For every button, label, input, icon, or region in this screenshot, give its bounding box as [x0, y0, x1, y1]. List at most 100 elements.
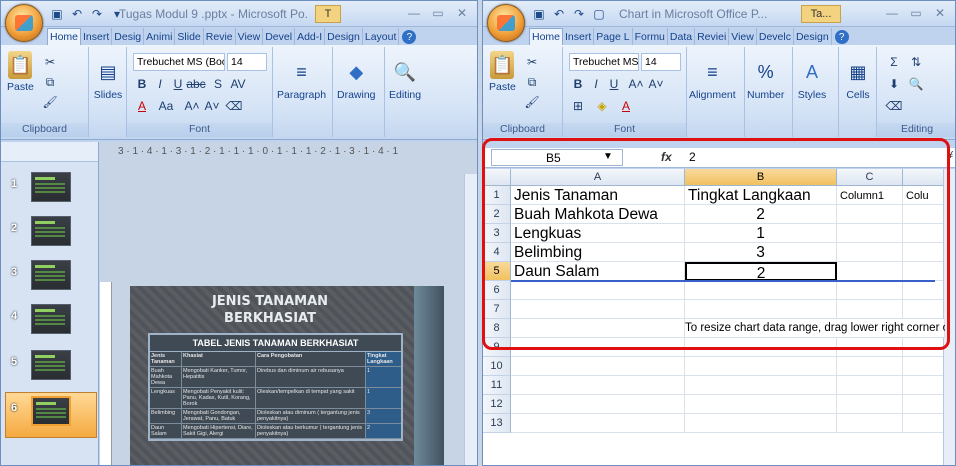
- row-header[interactable]: 4: [483, 243, 511, 262]
- tab-design[interactable]: Design: [794, 28, 832, 45]
- row-header[interactable]: 10: [483, 357, 511, 376]
- name-box-dropdown-icon[interactable]: ▼: [603, 151, 613, 162]
- grid-cell[interactable]: [685, 300, 837, 319]
- row-header[interactable]: 11: [483, 376, 511, 395]
- grid-cell[interactable]: [903, 224, 945, 243]
- tab-devel[interactable]: Devel: [263, 28, 296, 45]
- grid-cell[interactable]: [511, 357, 685, 376]
- underline-icon[interactable]: U: [169, 75, 187, 93]
- column-header[interactable]: B: [685, 169, 837, 186]
- grid-cell[interactable]: [685, 338, 837, 357]
- shrink-font-icon[interactable]: A˅: [647, 75, 665, 93]
- grid-cell[interactable]: Column1: [837, 186, 903, 205]
- context-tab-label[interactable]: T: [315, 5, 341, 23]
- char-spacing-icon[interactable]: AV: [229, 75, 247, 93]
- slide-thumbnail[interactable]: [31, 260, 71, 290]
- tab-insert[interactable]: Insert: [81, 28, 113, 45]
- grid-cell[interactable]: [685, 395, 837, 414]
- tab-reviei[interactable]: Reviei: [695, 28, 730, 45]
- column-header[interactable]: A: [511, 169, 685, 186]
- underline-icon[interactable]: U: [605, 75, 623, 93]
- fx-icon[interactable]: fx: [661, 150, 672, 164]
- slide-thumbnail[interactable]: [31, 216, 71, 246]
- slides-pane-tabs[interactable]: [1, 142, 98, 162]
- paste-button[interactable]: 📋 Paste: [7, 51, 34, 93]
- row-header[interactable]: 8: [483, 319, 511, 338]
- tab-view[interactable]: View: [236, 28, 264, 45]
- row-header[interactable]: 3: [483, 224, 511, 243]
- help-icon[interactable]: ?: [402, 30, 417, 44]
- font-size-select[interactable]: 14: [227, 53, 267, 71]
- tab-slide[interactable]: Slide: [175, 28, 204, 45]
- tab-pagel[interactable]: Page L: [594, 28, 633, 45]
- row-header[interactable]: 5: [483, 262, 511, 281]
- minimize-icon[interactable]: —: [881, 4, 903, 22]
- clear-format-icon[interactable]: ⌫: [225, 97, 243, 115]
- minimize-icon[interactable]: —: [403, 4, 425, 22]
- grid-cell[interactable]: [511, 300, 685, 319]
- grid-cell[interactable]: Jenis Tanaman: [511, 186, 685, 205]
- grid-cell[interactable]: [903, 338, 945, 357]
- shadow-icon[interactable]: S: [209, 75, 227, 93]
- expand-formula-icon[interactable]: ¥: [947, 150, 953, 161]
- grid-cell[interactable]: [685, 357, 837, 376]
- grow-font-icon[interactable]: A˄: [627, 75, 645, 93]
- tab-addi[interactable]: Add-I: [295, 28, 326, 45]
- tab-layout[interactable]: Layout: [363, 28, 400, 45]
- slide-title[interactable]: JENIS TANAMAN BERKHASIAT: [180, 293, 360, 327]
- column-header[interactable]: [903, 169, 945, 186]
- tab-home[interactable]: Home: [529, 28, 564, 45]
- format-painter-icon[interactable]: 🖌: [523, 93, 541, 111]
- save-icon[interactable]: ▣: [531, 6, 547, 22]
- paste-button[interactable]: 📋 Paste: [489, 51, 516, 93]
- autosum-icon[interactable]: Σ: [885, 53, 903, 71]
- row-header[interactable]: 6: [483, 281, 511, 300]
- grid-cell[interactable]: [837, 243, 903, 262]
- vertical-scrollbar[interactable]: [943, 169, 955, 465]
- cells-button[interactable]: ▦ Cells: [843, 57, 873, 102]
- grid-cell[interactable]: [903, 281, 945, 300]
- cut-icon[interactable]: ✂: [41, 53, 59, 71]
- grid-cell[interactable]: 2: [685, 205, 837, 224]
- close-icon[interactable]: ✕: [451, 4, 473, 22]
- italic-icon[interactable]: I: [587, 75, 605, 93]
- undo-icon[interactable]: ↶: [551, 6, 567, 22]
- grid-cell[interactable]: Belimbing: [511, 243, 685, 262]
- help-icon[interactable]: ?: [834, 30, 849, 44]
- styles-button[interactable]: A Styles: [797, 57, 827, 102]
- find-icon[interactable]: 🔍: [907, 75, 925, 93]
- slide-thumbnail[interactable]: [31, 172, 71, 202]
- font-name-select[interactable]: Trebuchet MS (Boc: [133, 53, 225, 71]
- grid-cell[interactable]: [511, 338, 685, 357]
- tab-data[interactable]: Data: [668, 28, 696, 45]
- grid-cell[interactable]: Lengkuas: [511, 224, 685, 243]
- grid-cell[interactable]: [837, 376, 903, 395]
- tab-desig[interactable]: Desig: [112, 28, 145, 45]
- grid-cell[interactable]: 2: [685, 262, 837, 281]
- tab-view[interactable]: View: [729, 28, 757, 45]
- row-header[interactable]: 7: [483, 300, 511, 319]
- tab-home[interactable]: Home: [47, 28, 82, 45]
- font-size-select[interactable]: 14: [641, 53, 681, 71]
- office-button[interactable]: [487, 4, 525, 42]
- grid-cell[interactable]: [511, 395, 685, 414]
- grid-cell[interactable]: [903, 205, 945, 224]
- tab-animi[interactable]: Animi: [144, 28, 176, 45]
- grid-cell[interactable]: [685, 414, 837, 433]
- grid-cell[interactable]: [837, 414, 903, 433]
- save-icon[interactable]: ▣: [49, 6, 65, 22]
- grid-cell[interactable]: [837, 205, 903, 224]
- grid-cell[interactable]: [511, 281, 685, 300]
- context-tab-label[interactable]: Ta...: [801, 5, 841, 23]
- vertical-scrollbar[interactable]: [464, 174, 477, 465]
- tab-insert[interactable]: Insert: [563, 28, 595, 45]
- grid-cell[interactable]: [837, 357, 903, 376]
- grid-cell[interactable]: [685, 281, 837, 300]
- column-header[interactable]: C: [837, 169, 903, 186]
- grid-cell[interactable]: Colu: [903, 186, 945, 205]
- change-case-icon[interactable]: Aa: [157, 97, 175, 115]
- grow-font-icon[interactable]: A˄: [183, 97, 201, 115]
- grid-cell[interactable]: Buah Mahkota Dewa: [511, 205, 685, 224]
- slides-button[interactable]: ▤ Slides: [93, 57, 123, 102]
- grid-cell[interactable]: Tingkat Langkaan: [685, 186, 837, 205]
